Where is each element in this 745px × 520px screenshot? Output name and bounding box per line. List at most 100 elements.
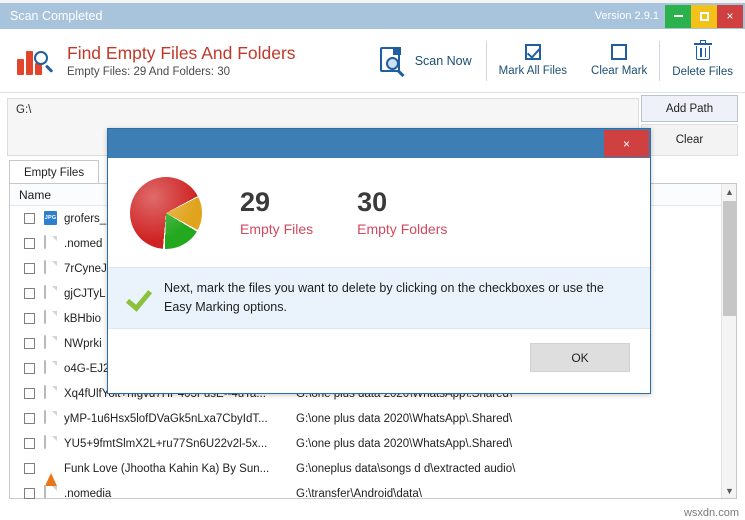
version-label: Version 2.9.1: [594, 10, 659, 22]
application-window: ...... ........ ......... ........ Scan …: [0, 0, 745, 520]
file-list-scrollbar[interactable]: ▲ ▼: [721, 184, 736, 498]
dialog-close-button[interactable]: ×: [604, 130, 649, 157]
clear-mark-label: Clear Mark: [591, 65, 648, 77]
row-checkbox[interactable]: [24, 463, 35, 474]
window-title: Scan Completed: [10, 9, 103, 23]
tabstrip: Empty Files: [9, 160, 100, 184]
row-file-icon: [44, 461, 57, 486]
pie-gloss: [130, 176, 202, 249]
trash-icon: [693, 40, 712, 61]
trash-lid: [693, 43, 712, 46]
scan-doc-corner: [392, 46, 401, 55]
row-file-path: G:\transfer\Android\data\: [296, 487, 422, 500]
window-titlebar: Scan Completed Version 2.9.1 ×: [0, 3, 745, 29]
dialog-message-bar: Next, mark the files you want to delete …: [108, 267, 650, 329]
logo-bar-2: [26, 50, 33, 75]
row-file-icon: [44, 485, 57, 501]
row-file-path: G:\one plus data 2020\WhatsApp\.Shared\: [296, 437, 513, 450]
delete-files-label: Delete Files: [672, 66, 733, 78]
scroll-down-icon[interactable]: ▼: [722, 483, 737, 498]
checked-checkbox-icon: [524, 44, 541, 60]
row-checkbox[interactable]: [24, 263, 35, 274]
row-checkbox[interactable]: [24, 313, 35, 324]
row-file-icon: [44, 410, 57, 426]
clear-mark-button[interactable]: Clear Mark: [579, 33, 659, 89]
row-file-name: .nomedia: [64, 487, 112, 500]
row-file-icon: [44, 285, 57, 301]
pie-chart-icon: [130, 176, 202, 249]
brand: Find Empty Files And Folders Empty Files…: [16, 43, 296, 79]
row-file-icon: [44, 235, 57, 251]
mark-all-files-label: Mark All Files: [498, 65, 568, 77]
row-checkbox[interactable]: [24, 413, 35, 424]
brand-text: Find Empty Files And Folders Empty Files…: [67, 43, 296, 77]
toolbar: Scan Now Mark All Files Clear Mark Delet…: [367, 33, 745, 89]
row-checkbox[interactable]: [24, 288, 35, 299]
scan-now-button[interactable]: Scan Now: [367, 33, 486, 89]
ok-button[interactable]: OK: [530, 343, 630, 372]
row-file-icon: [44, 360, 57, 376]
doc-file-icon: [44, 310, 46, 324]
row-checkbox[interactable]: [24, 438, 35, 449]
delete-files-button[interactable]: Delete Files: [660, 33, 745, 89]
scrollbar-thumb[interactable]: [723, 201, 736, 316]
page-title: Find Empty Files And Folders: [67, 43, 296, 64]
empty-files-count: 29: [240, 187, 271, 218]
table-row[interactable]: YU5+9fmtSlmX2L+ru77Sn6U22v2l-5x... G:\one…: [10, 431, 736, 456]
maximize-button[interactable]: [691, 4, 717, 28]
table-row[interactable]: yMP-1u6Hsx5lofDVaGk5nLxa7CbyIdT... G:\one…: [10, 406, 736, 431]
row-file-icon: JPG: [44, 211, 57, 226]
dialog-stats: 29 Empty Files 30 Empty Folders: [108, 158, 650, 267]
app-logo-icon: [16, 43, 58, 79]
row-file-path: G:\one plus data 2020\WhatsApp\.Shared\: [296, 412, 513, 425]
scan-document-icon: [379, 46, 409, 77]
logo-magnifier-icon: [34, 50, 48, 65]
empty-files-label: Empty Files: [240, 220, 314, 237]
row-checkbox[interactable]: [24, 388, 35, 399]
jpg-file-icon: JPG: [44, 211, 57, 225]
minimize-button[interactable]: [665, 4, 691, 28]
table-row[interactable]: .nomedia G:\transfer\Android\data\: [10, 481, 736, 506]
scroll-up-icon[interactable]: ▲: [722, 184, 737, 199]
doc-file-icon: [44, 410, 46, 424]
doc-file-icon: [44, 335, 46, 349]
add-path-button[interactable]: Add Path: [641, 95, 738, 122]
row-checkbox[interactable]: [24, 363, 35, 374]
row-file-icon: [44, 310, 57, 326]
row-file-name: yMP-1u6Hsx5lofDVaGk5nLxa7CbyIdT...: [64, 412, 268, 425]
vlc-file-icon: [45, 461, 57, 486]
row-checkbox[interactable]: [24, 488, 35, 499]
empty-folders-stat: 30 Empty Folders: [357, 187, 448, 237]
mark-all-files-button[interactable]: Mark All Files: [487, 33, 579, 89]
doc-file-icon: [44, 235, 46, 249]
watermark: wsxdn.com: [683, 507, 739, 519]
page-subtitle: Empty Files: 29 And Folders: 30: [67, 65, 230, 78]
scan-magnifier-icon: [385, 56, 399, 70]
empty-folders-label: Empty Folders: [357, 220, 448, 237]
trash-body: [695, 46, 710, 60]
doc-file-icon: [44, 260, 46, 274]
row-file-name: YU5+9fmtSlmX2L+ru77Sn6U22v2l-5x...: [64, 437, 268, 450]
table-row[interactable]: Funk Love (Jhootha Kahin Ka) By Sun... G:…: [10, 456, 736, 486]
doc-file-icon: [44, 285, 46, 299]
logo-magnifier-handle: [45, 63, 54, 73]
doc-file-icon: [44, 485, 46, 499]
row-file-icon: [44, 260, 57, 276]
tab-empty-files[interactable]: Empty Files: [9, 160, 100, 184]
scan-result-dialog: × 29 Empty Files 30 Empty Folders Next, …: [107, 128, 651, 394]
app-header: Find Empty Files And Folders Empty Files…: [0, 29, 745, 93]
doc-file-icon: [44, 385, 46, 399]
dialog-footer: OK: [108, 329, 650, 393]
clear-path-button[interactable]: Clear: [641, 124, 738, 156]
row-checkbox[interactable]: [24, 213, 35, 224]
row-file-icon: [44, 435, 57, 451]
scan-magnifier-handle: [396, 68, 405, 77]
minimize-icon: [673, 15, 683, 17]
row-checkbox[interactable]: [24, 338, 35, 349]
row-file-name: Funk Love (Jhootha Kahin Ka) By Sun...: [64, 462, 270, 475]
close-button[interactable]: ×: [717, 4, 743, 28]
maximize-icon: [699, 11, 709, 21]
row-checkbox[interactable]: [24, 238, 35, 249]
scan-now-label: Scan Now: [414, 53, 472, 68]
empty-folders-count: 30: [357, 187, 388, 218]
